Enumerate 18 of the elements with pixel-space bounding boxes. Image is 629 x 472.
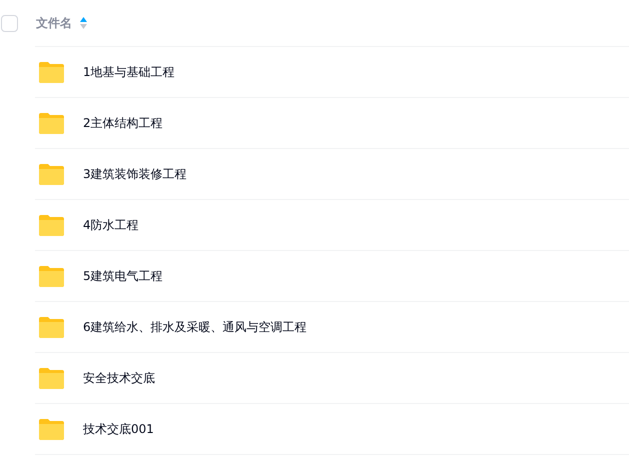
sort-icon[interactable] [80,17,87,29]
file-name[interactable]: 3建筑装饰装修工程 [83,166,187,182]
folder-icon [39,164,64,184]
file-name[interactable]: 1地基与基础工程 [83,64,175,80]
folder-icon [39,266,64,286]
folder-icon [39,368,64,388]
select-all-checkbox[interactable] [1,14,18,32]
folder-icon [39,316,64,338]
file-name[interactable]: 2主体结构工程 [83,114,163,132]
folder-icon [39,214,64,236]
file-name[interactable]: 5建筑电气工程 [83,268,163,284]
file-name[interactable]: 4防水工程 [83,216,139,234]
file-name[interactable]: 技术交底001 [83,420,154,438]
folder-icon [39,418,64,440]
folder-icon [39,112,64,134]
file-name[interactable]: 6建筑给水、排水及采暖、通风与空调工程 [83,318,307,336]
folder-icon [39,62,64,82]
file-name[interactable]: 安全技术交底 [83,370,155,386]
